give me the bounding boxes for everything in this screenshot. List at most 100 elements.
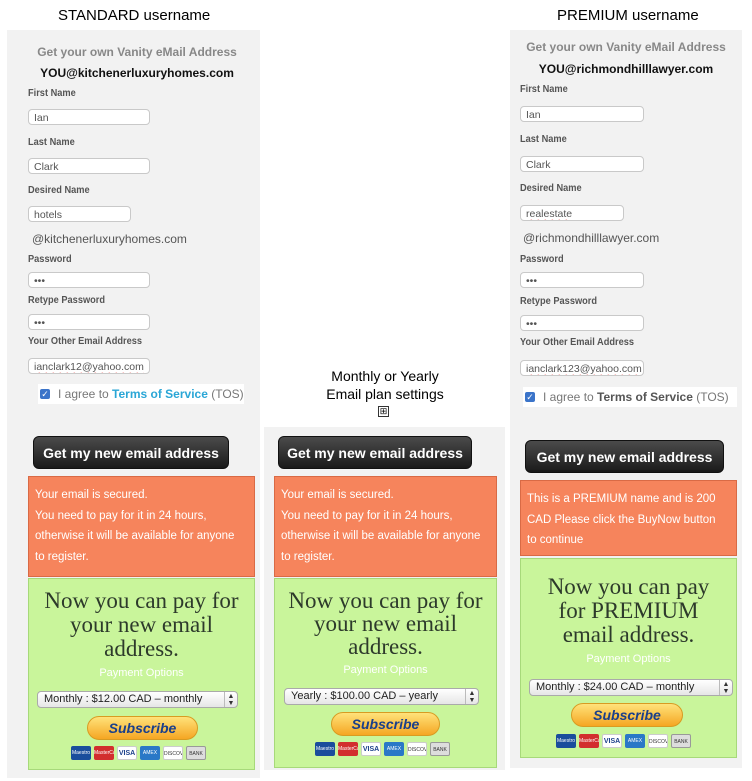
mastercard-icon: MasterCard [94, 746, 114, 760]
amex-card-icon: AMEX [625, 734, 645, 748]
premium-plan-select[interactable]: Monthly : $24.00 CAD – monthly ▲ ▼ [529, 679, 733, 696]
payment-cards: Maestro MasterCard VISA AMEX DISCOVER BA… [556, 734, 691, 748]
other-email-field[interactable]: ianclark123@yahoo.com [520, 360, 644, 376]
first-name-field[interactable]: Ian [28, 109, 150, 125]
standard-notice: Your email is secured. You need to pay f… [28, 476, 255, 577]
first-name-label: First Name [28, 87, 76, 99]
pay-heading-line: Now you can pay for [44, 588, 239, 613]
premium-get-email-button[interactable]: Get my new email address [525, 440, 724, 473]
premium-payment-box: Now you can pay for PREMIUM email addres… [520, 558, 737, 758]
password-field[interactable]: ••• [520, 272, 644, 288]
tos-suffix: (TOS) [207, 387, 244, 401]
discover-card-icon: DISCOVER [163, 746, 183, 760]
visa-card-icon: VISA [361, 742, 381, 756]
notice-line: to continue [527, 534, 584, 546]
notice-line: You need to pay for it in 24 hours, [35, 509, 207, 522]
password-label: Password [520, 253, 564, 265]
select-arrows-icon: ▲ ▼ [465, 689, 478, 704]
premium-vanity-address: YOU@richmondhilllawyer.com [538, 62, 714, 76]
plan-select-value: Yearly : $100.00 CAD – yearly [291, 690, 438, 702]
discover-card-icon: DISCOVER [407, 742, 427, 756]
desired-name-label: Desired Name [28, 184, 90, 196]
pay-heading-line: Now you can pay for [288, 588, 483, 613]
notice-line: This is a PREMIUM name and is 200 [527, 493, 716, 505]
payment-cards: Maestro MasterCard VISA AMEX DISCOVER BA… [315, 742, 450, 756]
other-email-value: ianclark12@yahoo.com [34, 361, 144, 373]
maestro-card-icon: Maestro [315, 742, 335, 756]
plan-select-value: Monthly : $24.00 CAD – monthly [536, 681, 695, 693]
notice-line: Your email is secured. [281, 489, 394, 501]
pay-heading-line: Now you can pay [547, 574, 710, 599]
pay-heading-line: address. [348, 634, 423, 659]
mastercard-icon: MasterCard [579, 734, 599, 748]
tos-prefix: I agree to [543, 390, 598, 404]
retype-password-label: Retype Password [28, 294, 106, 306]
tos-checkbox[interactable]: ✓ [40, 388, 50, 399]
premium-vanity-title: Get your own Vanity eMail Address [526, 40, 726, 54]
standard-get-email-button[interactable]: Get my new email address [33, 436, 229, 469]
pay-heading-line: address. [104, 636, 179, 661]
notice-line: to register. [281, 550, 335, 563]
standard-column-title: STANDARD username [58, 7, 211, 24]
standard-subscribe-button[interactable]: Subscribe [87, 716, 198, 740]
maestro-card-icon: Maestro [71, 746, 91, 760]
visa-card-icon: VISA [602, 734, 622, 748]
maestro-card-icon: Maestro [556, 734, 576, 748]
amex-card-icon: AMEX [384, 742, 404, 756]
first-name-field[interactable]: Ian [520, 106, 644, 122]
desired-name-field[interactable]: realestate [520, 205, 624, 221]
expand-plus-icon[interactable]: ⊞ [378, 406, 389, 417]
premium-domain-suffix: @richmondhilllawyer.com [523, 231, 660, 245]
tos-checkbox[interactable]: ✓ [525, 391, 535, 402]
plan-settings-label-line2: Email plan settings [326, 386, 444, 402]
last-name-label: Last Name [520, 133, 567, 145]
visa-card-icon: VISA [117, 746, 137, 760]
retype-password-field[interactable]: ••• [28, 314, 150, 330]
discover-card-icon: DISCOVER [648, 734, 668, 748]
premium-tos-row: ✓ I agree to Terms of Service (TOS) [523, 387, 737, 407]
select-arrows-icon: ▲ ▼ [224, 692, 237, 707]
other-email-field[interactable]: ianclark12@yahoo.com [28, 358, 150, 374]
desired-name-label: Desired Name [520, 182, 582, 194]
tos-suffix: (TOS) [692, 390, 729, 404]
first-name-label: First Name [520, 83, 568, 95]
middle-plan-select[interactable]: Yearly : $100.00 CAD – yearly ▲ ▼ [284, 688, 479, 705]
notice-line: CAD Please click the BuyNow button [527, 513, 716, 526]
notice-line: to register. [35, 550, 89, 563]
bank-icon: BANK [671, 734, 691, 748]
premium-column-title: PREMIUM username [557, 7, 699, 24]
last-name-field[interactable]: Clark [520, 156, 644, 172]
bank-icon: BANK [186, 746, 206, 760]
standard-vanity-address: YOU@kitchenerluxuryhomes.com [40, 66, 234, 80]
bank-icon: BANK [430, 742, 450, 756]
pay-heading-line: email address. [562, 622, 695, 647]
notice-line: You need to pay for it in 24 hours, [281, 509, 453, 522]
terms-of-service-link[interactable]: Terms of Service [597, 390, 693, 404]
payment-cards: Maestro MasterCard VISA AMEX DISCOVER BA… [71, 746, 206, 760]
terms-of-service-link[interactable]: Terms of Service [112, 387, 208, 401]
middle-get-email-button[interactable]: Get my new email address [278, 436, 472, 469]
middle-notice: Your email is secured. You need to pay f… [274, 476, 497, 577]
notice-line: otherwise it will be available for anyon… [35, 530, 235, 542]
select-arrows-icon: ▲ ▼ [719, 680, 732, 695]
notice-line: otherwise it will be available for anyon… [281, 530, 481, 542]
standard-plan-select[interactable]: Monthly : $12.00 CAD – monthly ▲ ▼ [37, 691, 238, 708]
premium-notice: This is a PREMIUM name and is 200 CAD Pl… [520, 480, 737, 556]
retype-password-label: Retype Password [520, 295, 598, 307]
premium-subscribe-button[interactable]: Subscribe [571, 703, 683, 727]
password-field[interactable]: ••• [28, 272, 150, 288]
other-email-label: Your Other Email Address [28, 335, 143, 347]
middle-payment-box: Now you can pay for your new email addre… [274, 578, 497, 768]
desired-name-value: realestate [526, 208, 573, 220]
retype-password-field[interactable]: ••• [520, 315, 644, 331]
middle-subscribe-button[interactable]: Subscribe [331, 712, 440, 736]
other-email-value: ianclark123@yahoo.com [526, 363, 642, 375]
desired-name-field[interactable]: hotels [28, 206, 131, 222]
last-name-field[interactable]: Clark [28, 158, 150, 174]
amex-card-icon: AMEX [140, 746, 160, 760]
standard-domain-suffix: @kitchenerluxuryhomes.com [32, 232, 187, 246]
mastercard-icon: MasterCard [338, 742, 358, 756]
plan-select-value: Monthly : $12.00 CAD – monthly [44, 693, 203, 705]
pay-heading-line: your new email [69, 612, 214, 637]
password-label: Password [28, 253, 72, 265]
